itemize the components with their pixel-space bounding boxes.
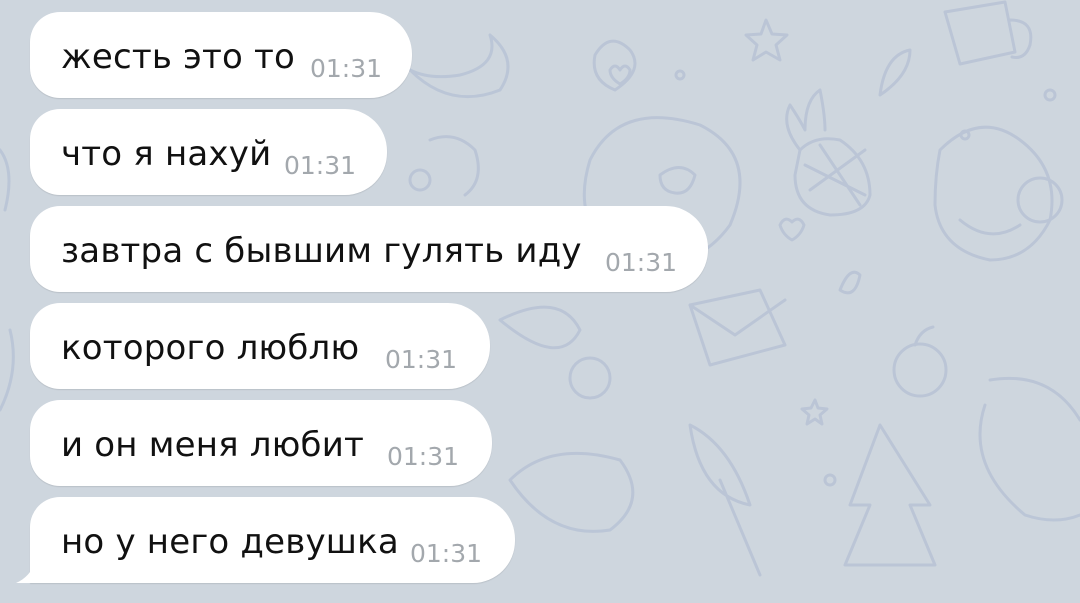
message-time: 01:31 (284, 151, 357, 180)
message-time: 01:31 (385, 345, 458, 374)
message-time: 01:31 (605, 248, 678, 277)
message-text: жесть это то (61, 37, 295, 77)
message-bubble[interactable]: и он меня любит 01:31 (30, 400, 492, 486)
message-bubble[interactable]: жесть это то 01:31 (30, 12, 412, 98)
message-bubble[interactable]: но у него девушка 01:31 (16, 497, 515, 583)
message-text: которого люблю (61, 328, 360, 368)
message-bubble[interactable]: что я нахуй 01:31 (30, 109, 387, 195)
message-text: завтра с бывшим гулять иду (61, 231, 582, 271)
message-bubble[interactable]: завтра с бывшим гулять иду 01:31 (30, 206, 708, 292)
message-time: 01:31 (387, 442, 460, 471)
bubble-tail-icon (16, 561, 36, 583)
message-text: и он меня любит (61, 425, 365, 465)
message-bubble[interactable]: которого люблю 01:31 (30, 303, 490, 389)
message-text: но у него девушка (61, 522, 399, 562)
message-time: 01:31 (310, 54, 383, 83)
message-time: 01:31 (410, 539, 483, 568)
message-text: что я нахуй (61, 134, 272, 174)
